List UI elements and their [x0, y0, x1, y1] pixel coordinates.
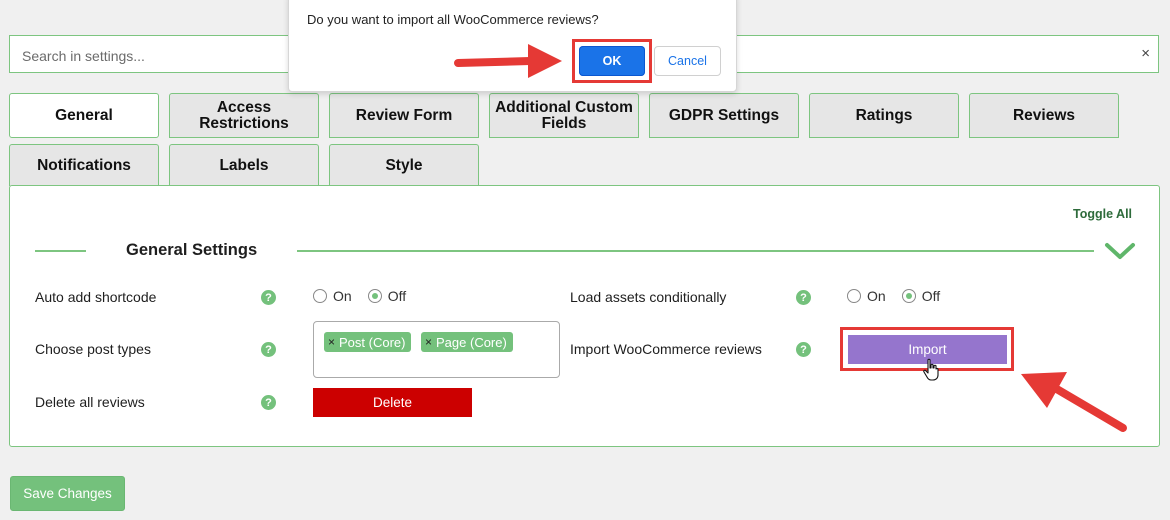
- hand-cursor-icon: [923, 358, 939, 381]
- load-assets-label: Load assets conditionally: [570, 289, 727, 305]
- tab-notifications[interactable]: Notifications: [9, 144, 159, 186]
- settings-panel: Toggle All General Settings Auto add sho…: [9, 185, 1160, 447]
- radio-on-label: On: [333, 288, 352, 304]
- choose-post-types-label: Choose post types: [35, 341, 151, 357]
- auto-add-shortcode-label: Auto add shortcode: [35, 289, 157, 305]
- toggle-all-link[interactable]: Toggle All: [1073, 207, 1132, 221]
- ok-button[interactable]: OK: [579, 46, 645, 76]
- help-icon[interactable]: ?: [796, 342, 811, 357]
- clear-search-icon[interactable]: ×: [1141, 45, 1150, 62]
- radio-off-label: Off: [921, 288, 941, 304]
- chip-label: Post (Core): [339, 334, 406, 350]
- help-icon[interactable]: ?: [261, 342, 276, 357]
- section-divider-right: [297, 250, 1094, 252]
- tab-access-restrictions[interactable]: Access Restrictions: [169, 93, 319, 138]
- chip-page-core: × Page (Core): [421, 332, 513, 352]
- tab-ratings[interactable]: Ratings: [809, 93, 959, 138]
- help-icon[interactable]: ?: [796, 290, 811, 305]
- radio-on[interactable]: [313, 289, 327, 303]
- delete-all-reviews-label: Delete all reviews: [35, 394, 145, 410]
- delete-button[interactable]: Delete: [313, 388, 472, 417]
- radio-on-label: On: [867, 288, 886, 304]
- help-icon[interactable]: ?: [261, 290, 276, 305]
- tab-review-form[interactable]: Review Form: [329, 93, 479, 138]
- cancel-button[interactable]: Cancel: [654, 46, 721, 76]
- radio-on[interactable]: [847, 289, 861, 303]
- auto-add-shortcode-toggle: On Off: [313, 288, 422, 304]
- help-icon[interactable]: ?: [261, 395, 276, 410]
- tab-general[interactable]: General: [9, 93, 159, 138]
- tab-reviews[interactable]: Reviews: [969, 93, 1119, 138]
- section-divider-left: [35, 250, 86, 252]
- save-changes-button[interactable]: Save Changes: [10, 476, 125, 511]
- chip-label: Page (Core): [436, 334, 507, 350]
- remove-chip-icon[interactable]: ×: [328, 335, 335, 349]
- chevron-down-icon[interactable]: [1104, 240, 1136, 262]
- radio-off[interactable]: [367, 289, 382, 303]
- radio-off-label: Off: [387, 288, 407, 304]
- import-reviews-label: Import WooCommerce reviews: [570, 341, 762, 357]
- load-assets-toggle: On Off: [847, 288, 956, 304]
- tab-additional-custom-fields[interactable]: Additional Custom Fields: [489, 93, 639, 138]
- annotation-arrow-icon: [454, 44, 562, 78]
- tab-labels[interactable]: Labels: [169, 144, 319, 186]
- tab-gdpr-settings[interactable]: GDPR Settings: [649, 93, 799, 138]
- remove-chip-icon[interactable]: ×: [425, 335, 432, 349]
- chip-post-core: × Post (Core): [324, 332, 412, 352]
- tab-style[interactable]: Style: [329, 144, 479, 186]
- annotation-arrow-icon: [1021, 372, 1127, 432]
- radio-off[interactable]: [901, 289, 916, 303]
- section-title: General Settings: [126, 241, 258, 259]
- post-types-select[interactable]: × Post (Core) × Page (Core): [313, 321, 560, 378]
- dialog-message: Do you want to import all WooCommerce re…: [307, 12, 599, 27]
